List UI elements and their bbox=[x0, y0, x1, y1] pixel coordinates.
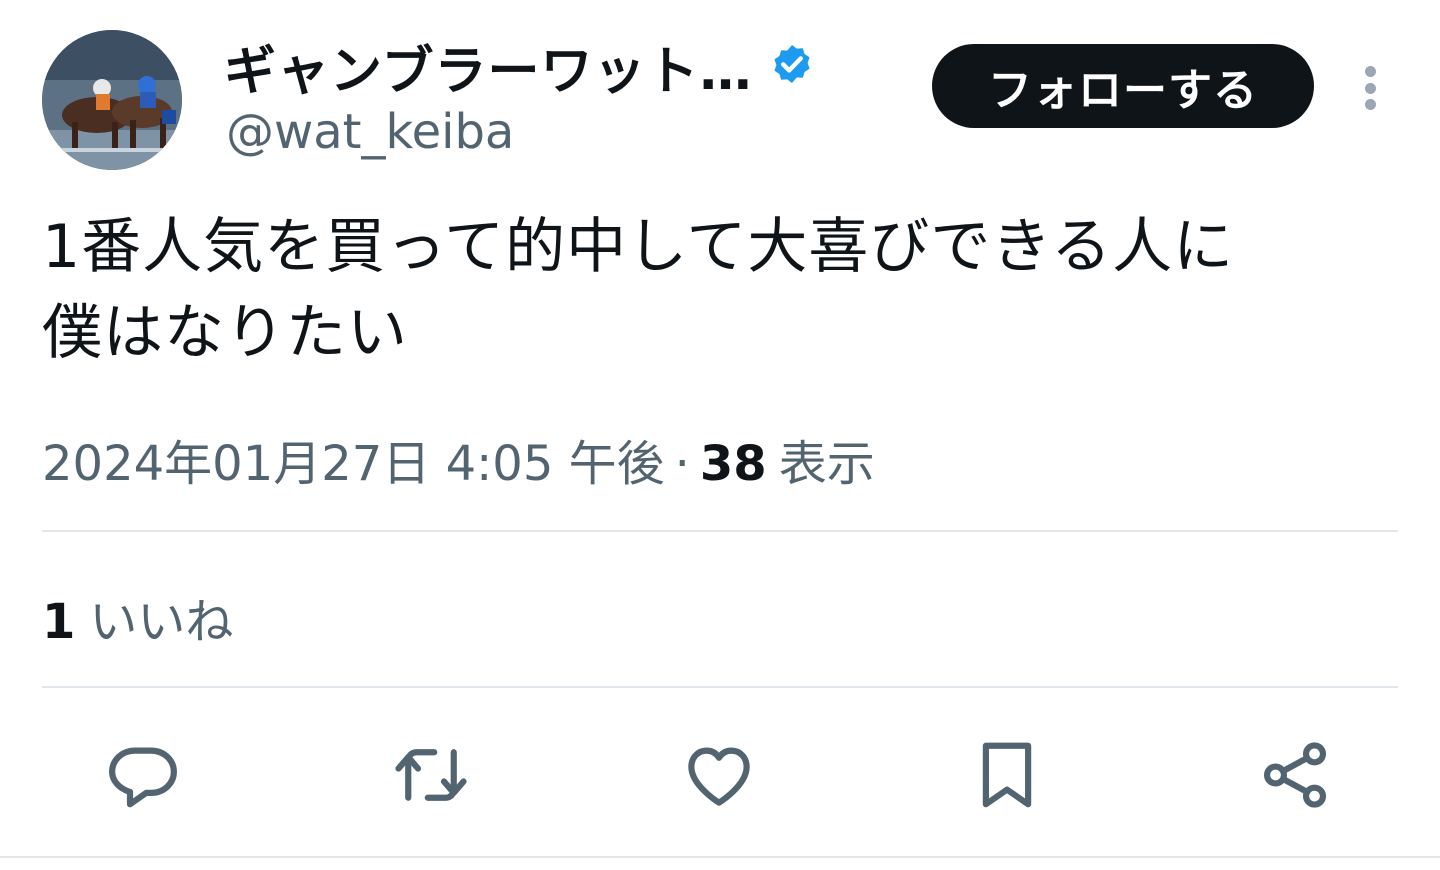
tweet-meta: 2024年01月27日 4:05 午後 · 38 表示 bbox=[42, 424, 875, 494]
retweet-icon bbox=[395, 749, 467, 801]
divider bbox=[42, 530, 1398, 532]
meta-separator: · bbox=[674, 436, 690, 492]
avatar[interactable] bbox=[42, 30, 182, 170]
tweet-detail: ギャンブラーワット… @wat_keiba フォローする 1番人気を買って的中し… bbox=[0, 0, 1440, 870]
reply-icon bbox=[109, 747, 177, 808]
tweet-text: 1番人気を買って的中して大喜びできる人に 僕はなりたい bbox=[42, 204, 1382, 376]
horse-racing-photo-icon bbox=[42, 30, 182, 170]
display-name[interactable]: ギャンブラーワット… bbox=[224, 29, 752, 104]
divider bbox=[42, 686, 1398, 688]
share-button[interactable] bbox=[1250, 730, 1340, 820]
reply-button[interactable] bbox=[98, 730, 188, 820]
action-bar bbox=[0, 730, 1440, 820]
author-handle[interactable]: @wat_keiba bbox=[226, 104, 514, 160]
share-icon bbox=[1263, 742, 1327, 808]
like-button[interactable] bbox=[674, 730, 764, 820]
follow-button[interactable]: フォローする bbox=[932, 44, 1314, 128]
more-dot bbox=[1364, 82, 1376, 94]
timestamp[interactable]: 2024年01月27日 4:05 午後 bbox=[42, 424, 665, 494]
tweet-text-line: 1番人気を買って的中して大喜びできる人に bbox=[42, 212, 1235, 282]
retweet-button[interactable] bbox=[386, 730, 476, 820]
author-name-row[interactable]: ギャンブラーワット… bbox=[224, 34, 816, 102]
likes-label: いいね bbox=[89, 594, 234, 650]
verified-badge-icon bbox=[768, 42, 816, 90]
views-count: 38 bbox=[699, 436, 767, 492]
views-label: 表示 bbox=[778, 436, 875, 492]
likes-count: 1 bbox=[42, 594, 76, 650]
bookmark-icon bbox=[982, 742, 1032, 808]
more-dot bbox=[1364, 99, 1376, 110]
likes-stat[interactable]: 1 いいね bbox=[42, 582, 233, 652]
divider bbox=[0, 856, 1440, 858]
heart-icon bbox=[688, 747, 750, 806]
more-dot bbox=[1364, 66, 1376, 77]
more-vertical-icon[interactable] bbox=[1350, 60, 1390, 116]
bookmark-button[interactable] bbox=[962, 730, 1052, 820]
tweet-text-line: 僕はなりたい bbox=[42, 298, 408, 368]
